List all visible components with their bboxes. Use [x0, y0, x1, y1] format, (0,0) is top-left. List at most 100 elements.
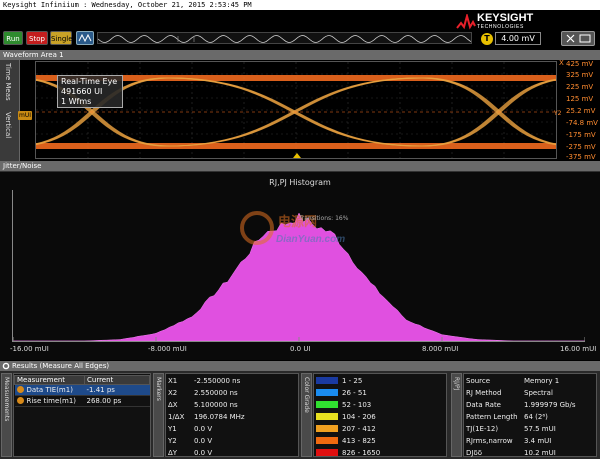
- tab-label: Color Grade: [303, 377, 310, 413]
- transitions-label: Transitions: 16%: [299, 215, 349, 222]
- y-tick: -275 mV: [566, 143, 596, 151]
- rj-pj-row: Source Memory 1: [466, 377, 559, 385]
- color-grade-range: 52 - 103: [342, 401, 372, 409]
- rj-pj-value: 1.999979 Gb/s: [524, 401, 576, 409]
- column-header: Measurement: [14, 375, 85, 385]
- color-swatch: [316, 449, 338, 456]
- gear-icon[interactable]: [2, 362, 10, 370]
- measurement-dot-icon: [16, 397, 24, 404]
- y2-marker-label: Y2: [554, 110, 562, 117]
- marker-row: X1 -2.550000 ns: [168, 377, 240, 385]
- histogram-title: RJ,PJ Histogram: [269, 178, 331, 187]
- rj-pj-value: 3.4 mUI: [524, 437, 552, 445]
- marker-row: ΔY 0.0 V: [168, 449, 212, 457]
- color-grade-range: 207 - 412: [342, 425, 376, 433]
- waveform-area-header: Waveform Area 1: [0, 50, 600, 60]
- trigger-position-strip[interactable]: [97, 32, 472, 44]
- waveform-side-tabs: Time Meas Vertical: [0, 60, 20, 161]
- marker-value: 5.100000 ns: [194, 401, 238, 409]
- y-tick: 325 mV: [566, 71, 594, 79]
- marker-value: 196.0784 MHz: [194, 413, 245, 421]
- control-panel-button[interactable]: [561, 31, 595, 46]
- color-grade-row: 826 - 1650: [316, 449, 380, 457]
- tab-vertical[interactable]: Vertical: [4, 112, 12, 138]
- measurement-name: Data TIE(m1): [26, 386, 73, 394]
- rj-pj-value: Memory 1: [524, 377, 560, 385]
- rj-pj-value: 57.5 mUI: [524, 425, 556, 433]
- color-swatch: [316, 389, 338, 396]
- tab-time-meas[interactable]: Time Meas: [4, 63, 12, 101]
- rj-pj-key: Pattern Length: [466, 413, 518, 421]
- marker-row: 1/ΔX 196.0784 MHz: [168, 413, 245, 421]
- x-tick: 16.00 mUI: [560, 345, 597, 353]
- rj-pj-key: Data Rate: [466, 401, 501, 409]
- marker-tag[interactable]: mUI: [18, 111, 32, 120]
- y-tick: 25.2 mV: [566, 107, 596, 115]
- marker-key: Y2: [168, 437, 177, 445]
- rj-pj-row: DJδδ 10.2 mUI: [466, 449, 556, 457]
- tab-label: RJ/PJ: [453, 377, 460, 391]
- marker-key: ΔX: [168, 401, 178, 409]
- marker-value: 2.550000 ns: [194, 389, 238, 397]
- marker-key: X2: [168, 389, 178, 397]
- tab-rj-pj[interactable]: RJ/PJ: [451, 373, 462, 457]
- marker-value: -2.550000 ns: [194, 377, 241, 385]
- rj-pj-value: 10.2 mUI: [524, 449, 556, 457]
- color-swatch: [316, 401, 338, 408]
- logo-text: KEYSIGHT: [477, 12, 534, 24]
- marker-value: 0.0 V: [194, 437, 213, 445]
- color-grade-range: 826 - 1650: [342, 449, 381, 457]
- rj-pj-row: RJrms,narrow 3.4 mUI: [466, 437, 551, 445]
- keysight-wave-logo-icon: [456, 14, 476, 30]
- color-grade-row: 52 - 103: [316, 401, 371, 409]
- marker-value: 0.0 V: [194, 449, 213, 457]
- measurement-name: Rise time(m1): [26, 397, 77, 405]
- tab-label: Measurements: [3, 377, 10, 422]
- tab-measurements[interactable]: Measurements: [1, 373, 12, 457]
- color-grade-row: 26 - 51: [316, 389, 367, 397]
- table-row[interactable]: Rise time(m1) 268.00 ps: [14, 395, 150, 407]
- y-tick: 425 mV: [566, 60, 594, 68]
- results-title: Results (Measure All Edges): [12, 362, 110, 370]
- rj-pj-key: RJrms,narrow: [466, 437, 513, 445]
- color-grade-row: 1 - 25: [316, 377, 362, 385]
- control-knob-icon: [566, 34, 591, 43]
- info-line-1: Real-Time Eye: [61, 77, 118, 86]
- single-button[interactable]: Single: [50, 31, 73, 45]
- color-grade-range: 104 - 206: [342, 413, 376, 421]
- color-grade-range: 1 - 25: [342, 377, 363, 385]
- color-swatch: [316, 413, 338, 420]
- tab-markers[interactable]: Markers: [153, 373, 164, 457]
- info-line-3: 1 Wfms: [61, 97, 92, 106]
- waveform-mode-button[interactable]: [76, 31, 94, 45]
- jitter-noise-header: Jitter/Noise: [0, 161, 600, 171]
- marker-key: Y1: [168, 425, 177, 433]
- info-line-2: 491660 UI: [61, 87, 103, 96]
- toolbar: Run Stop Single KEYSIGHT TECHNOLOGIES T …: [0, 10, 600, 50]
- y-tick: 225 mV: [566, 83, 594, 91]
- marker-key: 1/ΔX: [168, 413, 185, 421]
- rj-pj-row: TJ(1E-12) 57.5 mUI: [466, 425, 556, 433]
- x-tick: -8.000 mUI: [148, 345, 187, 353]
- trigger-level-field[interactable]: 4.00 mV: [495, 32, 541, 45]
- marker-row: X2 2.550000 ns: [168, 389, 238, 397]
- color-grade-row: 104 - 206: [316, 413, 376, 421]
- measurements-table: Measurement Current Data TIE(m1) -1.41 p…: [14, 375, 150, 407]
- color-swatch: [316, 437, 338, 444]
- eye-bottom-rail: [36, 143, 556, 149]
- y-tick: -175 mV: [566, 131, 596, 139]
- table-row[interactable]: Data TIE(m1) -1.41 ps: [14, 384, 150, 396]
- y-tick: -74.8 mV: [566, 119, 598, 127]
- trigger-icon[interactable]: T: [481, 33, 493, 45]
- trigger-point-marker: [293, 153, 301, 158]
- color-grade-range: 413 - 825: [342, 437, 376, 445]
- run-button[interactable]: Run: [3, 31, 23, 45]
- tab-color-grade[interactable]: Color Grade: [301, 373, 312, 457]
- stop-button[interactable]: Stop: [26, 31, 48, 45]
- y-tick: 125 mV: [566, 95, 594, 103]
- measurement-value: 268.00 ps: [84, 395, 150, 407]
- color-grade-range: 26 - 51: [342, 389, 367, 397]
- x-marker-label: X: [559, 59, 564, 67]
- y-tick: -375 mV: [566, 153, 596, 161]
- keysight-logo: KEYSIGHT TECHNOLOGIES: [455, 11, 600, 31]
